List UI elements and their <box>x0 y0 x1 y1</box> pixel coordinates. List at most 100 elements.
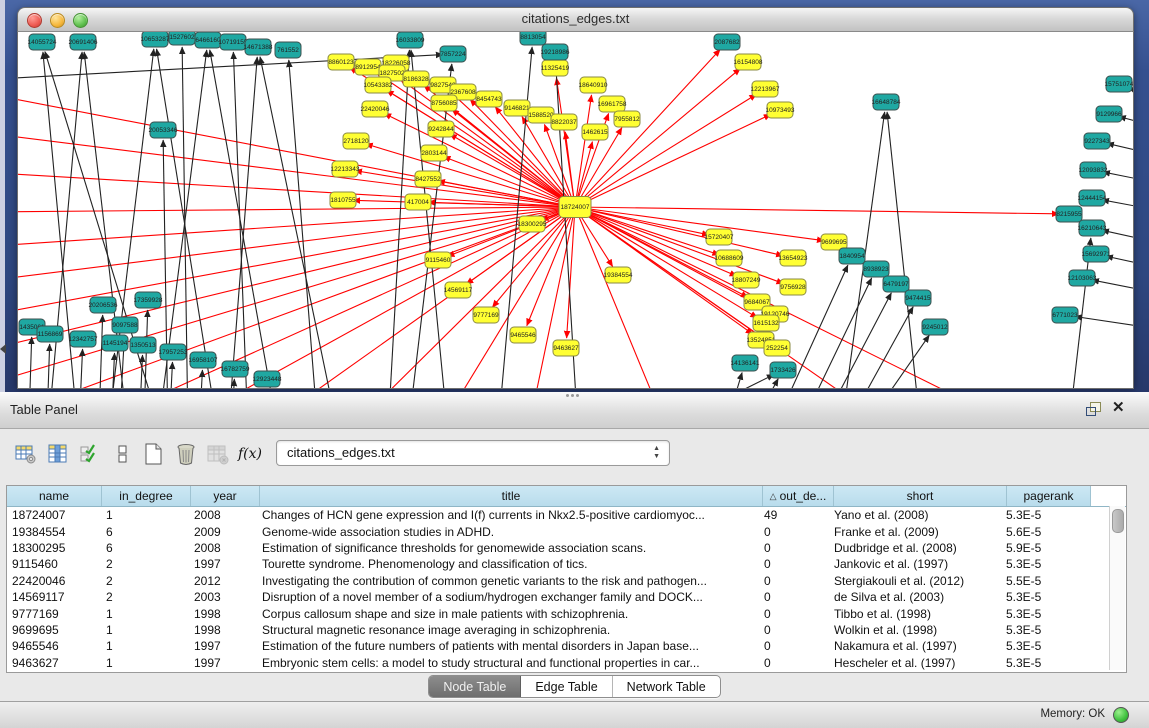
graph-node[interactable]: 8427552 <box>415 171 441 187</box>
tab-network-table[interactable]: Network Table <box>613 676 720 697</box>
table-cell[interactable]: 2003 <box>189 590 257 604</box>
graph-node[interactable]: 19384554 <box>604 267 633 283</box>
table-cell[interactable]: 5.3E-5 <box>1001 656 1084 670</box>
table-cell[interactable]: Yano et al. (2008) <box>829 508 1001 522</box>
table-cell[interactable]: 2 <box>101 557 189 571</box>
float-panel-icon[interactable] <box>1086 402 1102 417</box>
table-cell[interactable]: Corpus callosum shape and size in male p… <box>257 607 759 621</box>
graph-node[interactable]: 16958107 <box>189 352 218 368</box>
table-cell[interactable]: Dudbridge et al. (2008) <box>829 541 1001 555</box>
graph-node[interactable]: 6771023 <box>1052 307 1078 323</box>
graph-node[interactable]: 2803144 <box>421 145 447 161</box>
table-cell[interactable]: Stergiakouli et al. (2012) <box>829 574 1001 588</box>
column-header-in_degree[interactable]: in_degree <box>102 486 191 506</box>
table-cell[interactable]: 5.6E-5 <box>1001 525 1084 539</box>
graph-node[interactable]: 16648784 <box>872 94 901 110</box>
graph-node[interactable]: 15692971 <box>1082 246 1111 262</box>
graph-node[interactable]: 20053346 <box>149 122 178 138</box>
graph-node[interactable]: 1733426 <box>770 362 796 378</box>
graph-node[interactable]: 9463627 <box>553 340 579 356</box>
graph-node[interactable]: 11325419 <box>541 60 570 76</box>
graph-node[interactable]: 17359928 <box>134 292 163 308</box>
graph-node[interactable]: 18807249 <box>732 272 761 288</box>
graph-node[interactable]: 1840954 <box>839 248 865 264</box>
table-cell[interactable]: 5.3E-5 <box>1001 607 1084 621</box>
graph-node[interactable]: 1462615 <box>582 124 608 140</box>
graph-node[interactable]: 1156869 <box>37 326 63 342</box>
table-cell[interactable]: 49 <box>759 508 829 522</box>
graph-node[interactable]: 8813054 <box>520 32 546 45</box>
graph-node[interactable]: 16033809 <box>396 32 425 48</box>
table-row[interactable]: 946554611997Estimation of the future num… <box>7 638 1126 654</box>
graph-node[interactable]: 2718120 <box>343 133 369 149</box>
graph-node[interactable]: 12444154 <box>1078 190 1107 206</box>
graph-node[interactable]: 8186328 <box>403 71 429 87</box>
graph-node[interactable]: 14055724 <box>28 34 57 50</box>
graph-node[interactable]: 417004 <box>405 194 431 210</box>
table-row[interactable]: 1830029562008Estimation of significance … <box>7 540 1126 556</box>
table-cell[interactable]: de Silva et al. (2003) <box>829 590 1001 604</box>
graph-node[interactable]: 1615132 <box>753 315 779 331</box>
table-cell[interactable]: 18300295 <box>7 541 101 555</box>
table-cell[interactable]: 22420046 <box>7 574 101 588</box>
graph-node[interactable]: 9756928 <box>780 279 806 295</box>
table-cell[interactable]: 2 <box>101 590 189 604</box>
graph-node[interactable]: 16210643 <box>1078 220 1107 236</box>
graph-node[interactable]: 8454743 <box>476 91 502 107</box>
table-cell[interactable]: Franke et al. (2009) <box>829 525 1001 539</box>
column-header-pagerank[interactable]: pagerank <box>1007 486 1091 506</box>
table-cell[interactable]: 5.9E-5 <box>1001 541 1084 555</box>
table-cell[interactable]: 1 <box>101 623 189 637</box>
graph-node[interactable]: 6466160 <box>195 32 221 48</box>
table-row[interactable]: 911546021997Tourette syndrome. Phenomeno… <box>7 556 1126 572</box>
table-cell[interactable]: 5.3E-5 <box>1001 623 1084 637</box>
graph-node[interactable]: 10688609 <box>715 250 744 266</box>
graph-node[interactable]: 20691406 <box>69 34 98 50</box>
graph-node[interactable]: 6479197 <box>883 276 909 292</box>
column-header-short[interactable]: short <box>834 486 1007 506</box>
graph-node[interactable]: 10653287 <box>141 32 170 47</box>
graph-node[interactable]: 9227343 <box>1084 133 1110 149</box>
graph-node[interactable]: 9245012 <box>922 319 948 335</box>
graph-node[interactable]: 10973493 <box>766 102 795 118</box>
table-cell[interactable]: Genome-wide association studies in ADHD. <box>257 525 759 539</box>
table-settings-button[interactable] <box>10 440 42 468</box>
table-cell[interactable]: Changes of HCN gene expression and I(f) … <box>257 508 759 522</box>
graph-node[interactable]: 15751074 <box>1105 76 1133 92</box>
graph-node[interactable]: 7857224 <box>440 46 466 62</box>
table-cell[interactable]: 9115460 <box>7 557 101 571</box>
table-cell[interactable]: 2008 <box>189 508 257 522</box>
graph-node[interactable]: 1810755 <box>330 192 356 208</box>
table-cell[interactable]: 5.3E-5 <box>1001 590 1084 604</box>
table-row[interactable]: 2242004622012Investigating the contribut… <box>7 573 1126 589</box>
graph-node[interactable]: 22420046 <box>361 101 390 117</box>
graph-node[interactable]: 9129966 <box>1096 106 1122 122</box>
graph-node[interactable]: 9146821 <box>504 100 530 116</box>
table-cell[interactable]: 0 <box>759 590 829 604</box>
table-cell[interactable]: Disruption of a novel member of a sodium… <box>257 590 759 604</box>
table-cell[interactable]: 1997 <box>189 639 257 653</box>
graph-node[interactable]: 18724007 <box>559 197 591 218</box>
graph-node[interactable]: 9115460 <box>425 252 451 268</box>
graph-node[interactable]: 9777169 <box>473 307 499 323</box>
graph-node[interactable]: 13654923 <box>779 250 808 266</box>
graph-node[interactable]: 1350513 <box>130 337 156 353</box>
table-cell[interactable]: 2009 <box>189 525 257 539</box>
table-cell[interactable]: 5.3E-5 <box>1001 639 1084 653</box>
table-row[interactable]: 1456911722003Disruption of a novel membe… <box>7 589 1126 605</box>
function-builder-button[interactable]: f(x) <box>234 440 266 468</box>
table-cell[interactable]: 1997 <box>189 656 257 670</box>
table-row[interactable]: 969969511998Structural magnetic resonanc… <box>7 622 1126 638</box>
table-cell[interactable]: 1997 <box>189 557 257 571</box>
graph-node[interactable]: 12342757 <box>69 331 98 347</box>
graph-node[interactable]: 1527602 <box>169 32 195 45</box>
table-cell[interactable]: 1 <box>101 607 189 621</box>
table-cell[interactable]: 1 <box>101 639 189 653</box>
table-cell[interactable]: Tourette syndrome. Phenomenology and cla… <box>257 557 759 571</box>
graph-node[interactable]: 14569117 <box>444 282 473 298</box>
table-cell[interactable]: Embryonic stem cells: a model to study s… <box>257 656 759 670</box>
row-select-button[interactable] <box>74 440 106 468</box>
graph-node[interactable]: 761552 <box>275 42 301 58</box>
table-cell[interactable]: 0 <box>759 607 829 621</box>
table-cell[interactable]: 1998 <box>189 623 257 637</box>
